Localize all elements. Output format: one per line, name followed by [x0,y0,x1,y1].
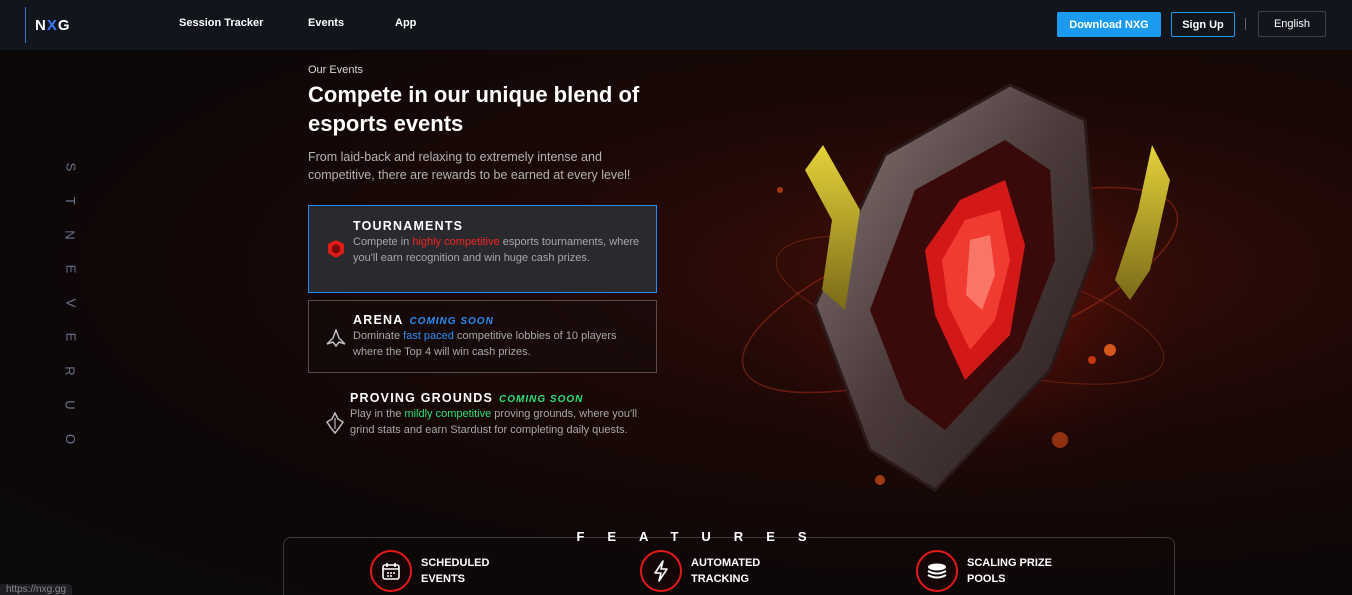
feature-automated-tracking: AUTOMATED TRACKING [640,550,781,592]
logo-letter-n: N [35,16,47,34]
calendar-icon [370,550,412,592]
logo-letter-x: X [46,16,58,34]
desc-text: Compete in [353,236,413,248]
our-events-vertical-label: S T N E V E R U O [52,150,78,456]
nav-link-session-tracker[interactable]: Session Tracker [179,17,263,29]
event-card-proving-grounds[interactable]: PROVING GROUNDS COMING SOON Play in the m… [308,386,657,458]
vertical-letter: S [62,162,78,172]
nav-link-events[interactable]: Events [308,17,344,29]
desc-highlight: fast paced [403,330,454,342]
card-title: ARENA COMING SOON [353,313,646,327]
feature-label: SCHEDULED EVENTS [421,557,490,585]
proving-grounds-icon [324,412,346,434]
status-bar-url: https://nxg.gg [0,584,73,595]
card-description: Play in the mildly competitive proving g… [350,406,647,438]
lightning-icon [640,550,682,592]
feature-label: AUTOMATED TRACKING [691,557,761,585]
hero-emblem-image [720,60,1220,530]
card-description: Compete in highly competitive esports to… [353,234,646,266]
nxg-logo[interactable]: NXG [25,7,71,43]
desc-highlight: mildly competitive [404,408,492,420]
card-title: PROVING GROUNDS COMING SOON [350,391,647,405]
tournament-shield-icon [325,238,347,260]
feature-scheduled-events: SCHEDULED EVENTS [370,550,511,592]
language-selector[interactable]: English [1258,11,1326,37]
coming-soon-badge: COMING SOON [499,394,584,405]
download-button[interactable]: Download NXG [1057,12,1161,37]
coming-soon-badge: COMING SOON [409,316,494,327]
event-card-arena[interactable]: ARENA COMING SOON Dominate fast paced com… [308,300,657,373]
section-description: From laid-back and relaxing to extremely… [308,150,631,182]
desc-text: Dominate [353,330,404,342]
vertical-letter: T [62,197,78,205]
vertical-letter: O [63,433,78,445]
vertical-letter: N [62,230,78,240]
card-title-text: PROVING GROUNDS [350,391,494,405]
vertical-letter: V [62,298,78,308]
event-card-tournaments[interactable]: TOURNAMENTS Compete in highly competitiv… [308,205,657,293]
nav-divider [1245,18,1246,30]
desc-text: Play in the [350,408,405,420]
desc-highlight: highly competitive [412,236,500,248]
page-title: Compete in our unique blend of esports e… [308,82,640,136]
vertical-letter: R [62,366,78,376]
coin-stack-icon [916,550,958,592]
card-description: Dominate fast paced competitive lobbies … [353,328,646,360]
vertical-letter: E [62,264,78,274]
logo-letter-g: G [57,16,71,34]
top-navbar: NXG Session Tracker Events App Download … [0,0,1352,50]
nav-link-app[interactable]: App [395,17,416,29]
vertical-letter: E [62,332,78,342]
card-title-text: ARENA [353,313,404,327]
sign-up-button[interactable]: Sign Up [1171,12,1235,37]
vertical-letter: U [62,400,78,410]
feature-scaling-prize-pools: SCALING PRIZE POOLS [916,550,1057,592]
card-title: TOURNAMENTS [353,219,464,233]
feature-label: SCALING PRIZE POOLS [967,557,1052,585]
arena-ship-icon [325,327,347,349]
section-eyebrow: Our Events [308,64,364,76]
features-title: FEATURES [576,529,830,544]
